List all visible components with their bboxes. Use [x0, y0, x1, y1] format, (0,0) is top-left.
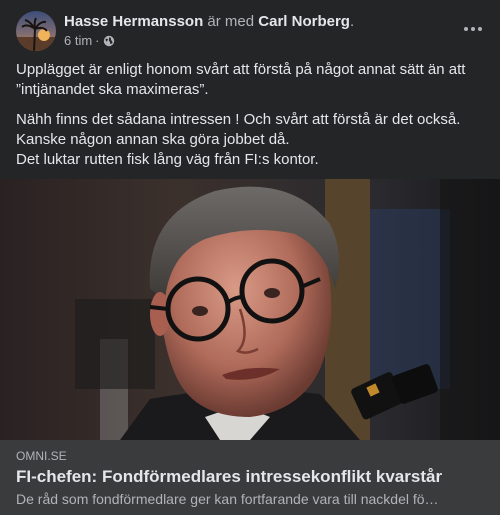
- post-meta: Hasse Hermansson är med Carl Norberg. 6 …: [64, 12, 354, 48]
- link-title[interactable]: FI-chefen: Fondförmedlares intressekonfl…: [16, 467, 442, 487]
- connector-text: är med: [207, 13, 255, 30]
- tagged-name[interactable]: Carl Norberg: [258, 13, 350, 30]
- post-time[interactable]: 6 tim: [64, 33, 92, 48]
- post-header: Hasse Hermansson är med Carl Norberg. 6 …: [16, 11, 488, 51]
- tagged-suffix: .: [349, 13, 355, 30]
- palm-tree-avatar-icon: [16, 17, 56, 51]
- author-avatar[interactable]: [16, 11, 56, 51]
- globe-icon[interactable]: [103, 35, 115, 47]
- link-preview-card[interactable]: OMNI.SE FI-chefen: Fondförmedlares intre…: [0, 440, 500, 515]
- facebook-post: Hasse Hermansson är med Carl Norberg. 6 …: [0, 0, 500, 515]
- author-name[interactable]: Hasse Hermansson: [64, 13, 203, 30]
- post-paragraph-1: Upplägget är enligt honom svårt att förs…: [16, 61, 466, 98]
- link-description: De råd som fondförmedlare ger kan fortfa…: [16, 491, 439, 507]
- post-timestamp-row: 6 tim ·: [64, 33, 354, 48]
- link-preview-image[interactable]: [0, 179, 500, 440]
- post-paragraph-2: Nähh finns det sådana intressen ! Och sv…: [16, 111, 461, 168]
- more-options-icon[interactable]: [458, 17, 488, 41]
- post-author-line: Hasse Hermansson är med Carl Norberg.: [64, 12, 354, 31]
- post-text: Upplägget är enligt honom svårt att förs…: [16, 60, 486, 180]
- time-separator: ·: [95, 33, 100, 48]
- link-domain: OMNI.SE: [16, 449, 67, 463]
- man-with-glasses-photo: [0, 179, 500, 440]
